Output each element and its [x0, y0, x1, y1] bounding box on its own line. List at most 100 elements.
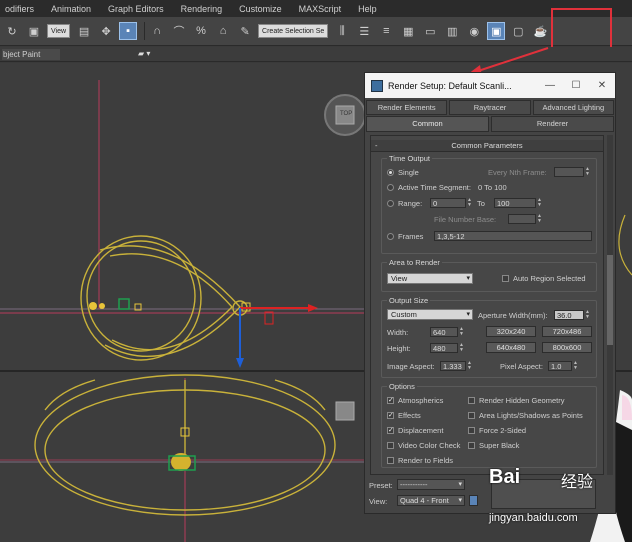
percent-snap-icon[interactable]: % — [192, 22, 210, 40]
file-number-base-field[interactable] — [508, 214, 536, 224]
reference-coordinate-dropdown[interactable]: View — [47, 24, 71, 38]
preset-320x240-button[interactable]: 320x240 — [486, 326, 536, 337]
active-time-segment-radio[interactable] — [387, 184, 394, 191]
minimize-button[interactable]: — — [537, 80, 563, 91]
select-by-name-icon[interactable]: ▤ — [75, 22, 93, 40]
render-setup-icon[interactable]: ▣ — [487, 22, 506, 40]
angle-snap-icon[interactable]: ⌒ — [170, 22, 188, 40]
align-icon[interactable]: ☰ — [355, 22, 373, 40]
tab-common[interactable]: Common — [366, 116, 489, 132]
image-aspect-label: Image Aspect: — [387, 362, 435, 371]
nav-cube-top-label[interactable]: TOP — [340, 111, 352, 117]
schematic-view-icon[interactable]: ▥ — [443, 22, 461, 40]
displacement-checkbox[interactable]: ✓ — [387, 427, 394, 434]
object-paint-tab[interactable]: bject Paint — [2, 49, 60, 60]
preset-800x600-button[interactable]: 800x600 — [542, 342, 592, 353]
select-icon[interactable]: ▣ — [25, 22, 43, 40]
single-radio[interactable] — [387, 169, 394, 176]
view-dropdown[interactable]: Quad 4 - Front — [397, 495, 465, 506]
menu-rendering[interactable]: Rendering — [176, 4, 235, 14]
width-label: Width: — [387, 328, 409, 337]
width-field[interactable]: 640 — [430, 327, 458, 337]
active-time-segment-value: 0 To 100 — [478, 183, 507, 192]
select-object-icon[interactable]: ▪ — [119, 22, 138, 40]
menu-bar: odifiers Animation Graph Editors Renderi… — [0, 0, 632, 17]
rollout-header[interactable]: - Common Parameters — [371, 140, 603, 152]
render-to-fields-checkbox[interactable] — [387, 457, 394, 464]
range-to-field[interactable]: 100 — [494, 198, 536, 208]
area-lights-label: Area Lights/Shadows as Points — [479, 411, 583, 420]
menu-graph-editors[interactable]: Graph Editors — [103, 4, 176, 14]
frames-radio[interactable] — [387, 233, 394, 240]
edit-named-selection-icon[interactable]: ✎ — [236, 22, 254, 40]
ribbon-bar: bject Paint ▰ ▾ — [0, 47, 632, 62]
render-production-icon[interactable]: ☕ — [531, 22, 549, 40]
scene-explorer-icon[interactable]: ▦ — [399, 22, 417, 40]
height-field[interactable]: 480 — [430, 343, 458, 353]
camera-icon[interactable]: ▰ ▾ — [138, 49, 150, 58]
maximize-button[interactable]: ☐ — [563, 80, 589, 91]
range-to-spinner[interactable]: ▲ ▼ — [537, 198, 542, 208]
close-button[interactable]: ✕ — [589, 80, 615, 91]
range-from-field[interactable]: 0 — [430, 198, 466, 208]
width-spinner[interactable]: ▲ ▼ — [459, 327, 464, 337]
pixel-aspect-spinner[interactable]: ▲ ▼ — [573, 361, 578, 371]
tab-advanced-lighting[interactable]: Advanced Lighting — [532, 100, 614, 115]
output-size-dropdown[interactable]: Custom — [387, 309, 473, 320]
move-icon[interactable]: ✥ — [97, 22, 115, 40]
options-title: Options — [387, 382, 417, 391]
range-from-spinner[interactable]: ▲ ▼ — [467, 198, 472, 208]
range-label: Range: — [398, 199, 423, 208]
snap-toggle-icon[interactable]: ∩ — [148, 22, 166, 40]
lock-view-icon[interactable] — [469, 495, 478, 506]
force-2-sided-checkbox[interactable] — [468, 427, 475, 434]
aperture-width-field[interactable]: 36.0 — [554, 310, 584, 320]
atmospherics-checkbox[interactable]: ✓ — [387, 397, 394, 404]
image-aspect-spinner[interactable]: ▲ ▼ — [467, 361, 472, 371]
curve-editor-icon[interactable]: ▭ — [421, 22, 439, 40]
area-to-render-dropdown[interactable]: View — [387, 273, 473, 284]
super-black-checkbox[interactable] — [468, 442, 475, 449]
video-color-check-checkbox[interactable] — [387, 442, 394, 449]
menu-maxscript[interactable]: MAXScript — [294, 4, 354, 14]
every-nth-spinner[interactable]: ▲ ▼ — [585, 167, 590, 177]
file-number-base-spinner[interactable]: ▲ ▼ — [537, 214, 542, 224]
tab-raytracer[interactable]: Raytracer — [449, 100, 531, 115]
menu-modifiers[interactable]: odifiers — [0, 4, 46, 14]
tab-render-elements[interactable]: Render Elements — [366, 100, 448, 115]
rendered-frame-window-icon[interactable]: ▢ — [509, 22, 527, 40]
area-lights-checkbox[interactable] — [468, 412, 475, 419]
redo-icon[interactable]: ↻ — [3, 22, 21, 40]
material-editor-icon[interactable]: ◉ — [465, 22, 483, 40]
frames-label: Frames — [398, 232, 424, 241]
menu-help[interactable]: Help — [353, 4, 389, 14]
render-hidden-geometry-checkbox[interactable] — [468, 397, 475, 404]
named-selection-dropdown[interactable]: Create Selection Se — [258, 24, 329, 38]
mirror-icon[interactable]: ⫼ — [333, 22, 351, 40]
range-radio[interactable] — [387, 200, 394, 207]
preset-dropdown[interactable]: ----------- — [397, 479, 465, 490]
collapse-icon[interactable]: - — [375, 140, 378, 152]
auto-region-checkbox[interactable] — [502, 275, 509, 282]
pixel-aspect-field[interactable]: 1.0 — [548, 361, 572, 371]
preset-720x486-button[interactable]: 720x486 — [542, 326, 592, 337]
layer-icon[interactable]: ≡ — [377, 22, 395, 40]
preset-640x480-button[interactable]: 640x480 — [486, 342, 536, 353]
view-label: View: — [369, 497, 388, 506]
spinner-snap-icon[interactable]: ⌂ — [214, 22, 232, 40]
video-color-check-label: Video Color Check — [398, 441, 461, 450]
scrollbar-thumb[interactable] — [607, 255, 613, 345]
effects-checkbox[interactable]: ✓ — [387, 412, 394, 419]
panel-scrollbar[interactable] — [607, 135, 613, 475]
render-setup-dialog: Render Setup: Default Scanli... — ☐ ✕ Re… — [364, 72, 616, 514]
menu-customize[interactable]: Customize — [234, 4, 294, 14]
image-aspect-field[interactable]: 1.333 — [440, 361, 466, 371]
dialog-titlebar[interactable]: Render Setup: Default Scanli... — ☐ ✕ — [365, 73, 615, 98]
aperture-spinner[interactable]: ▲ ▼ — [585, 310, 590, 320]
force-2-sided-label: Force 2-Sided — [479, 426, 527, 435]
tab-renderer[interactable]: Renderer — [491, 116, 614, 132]
menu-animation[interactable]: Animation — [46, 4, 103, 14]
frames-field[interactable]: 1,3,5-12 — [434, 231, 592, 241]
height-spinner[interactable]: ▲ ▼ — [459, 343, 464, 353]
every-nth-frame-field[interactable] — [554, 167, 584, 177]
